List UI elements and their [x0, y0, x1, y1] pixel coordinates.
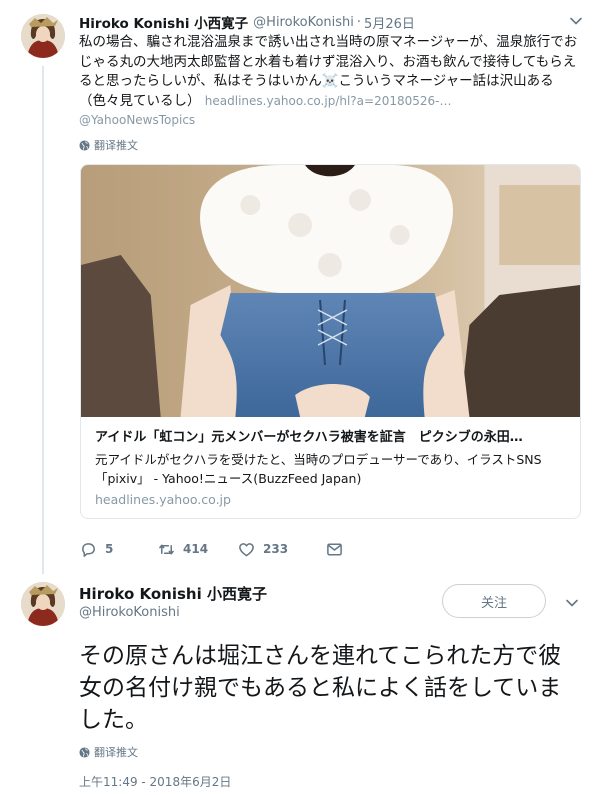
like-icon [239, 542, 254, 556]
via-mention[interactable]: @YahooNewsTopics [79, 113, 195, 127]
translate-tweet-link[interactable]: 翻译推文 [79, 137, 138, 153]
avatar-image [21, 14, 65, 58]
retweet-icon [159, 543, 174, 555]
tweet-text: 私の場合、騙され混浴温泉まで誘い出され当時の原マネージャーが、温泉旅行でおじゃる… [79, 33, 584, 131]
link-preview-card[interactable]: アイドル「虹コン」元メンバーがセクハラ被害を証言 ピクシブの永田… 元アイドルが… [80, 164, 581, 519]
avatar[interactable] [21, 582, 65, 626]
tweet-actions: 5 414 233 [80, 538, 351, 560]
author-handle[interactable]: @HirokoKonishi [253, 15, 354, 30]
tweet-date[interactable]: 5月26日 [364, 13, 415, 32]
card-domain: headlines.yahoo.co.jp [95, 492, 231, 507]
tweet-timestamp[interactable]: 上午11:49 - 2018年6月2日 [79, 773, 231, 790]
translate-label: 翻译推文 [94, 746, 138, 759]
thread-connector-line [42, 66, 44, 574]
direct-message-button[interactable] [326, 541, 351, 558]
reply-icon [82, 542, 95, 557]
tweet-header: Hiroko Konishi 小西寛子 @HirokoKonishi · 5月2… [79, 12, 579, 33]
globe-icon [79, 746, 90, 758]
card-image [81, 165, 580, 417]
card-title[interactable]: アイドル「虹コン」元メンバーがセクハラ被害を証言 ピクシブの永田… [95, 429, 568, 447]
reply-count: 5 [105, 542, 114, 556]
follow-button[interactable]: 关注 [442, 584, 546, 618]
globe-icon [79, 139, 90, 151]
author-handle[interactable]: @HirokoKonishi [79, 605, 180, 620]
translate-label: 翻译推文 [94, 139, 138, 152]
translate-tweet-link[interactable]: 翻译推文 [79, 744, 138, 760]
author-name[interactable]: Hiroko Konishi 小西寛子 [79, 583, 267, 604]
separator-dot: · [356, 14, 362, 30]
retweet-button[interactable]: 414 [158, 541, 238, 558]
like-button[interactable]: 233 [238, 541, 326, 558]
like-count: 233 [263, 542, 289, 556]
chevron-down-icon[interactable] [563, 594, 581, 612]
avatar[interactable] [21, 14, 65, 58]
retweet-count: 414 [183, 542, 209, 556]
author-name[interactable]: Hiroko Konishi 小西寛子 [79, 12, 248, 32]
chevron-down-icon[interactable] [567, 12, 585, 30]
tweet-link[interactable]: headlines.yahoo.co.jp/hl?a=20180526-… [205, 94, 452, 108]
avatar-image [21, 582, 65, 626]
tweet-text: その原さんは堀江さんを連れてこられた方で彼女の名付け親でもあると私によく話をして… [79, 643, 562, 733]
message-icon [327, 543, 342, 555]
card-description: 元アイドルがセクハラを受けたと、当時のプロデューサーであり、イラストSNS「pi… [95, 452, 542, 486]
reply-button[interactable]: 5 [80, 541, 158, 558]
